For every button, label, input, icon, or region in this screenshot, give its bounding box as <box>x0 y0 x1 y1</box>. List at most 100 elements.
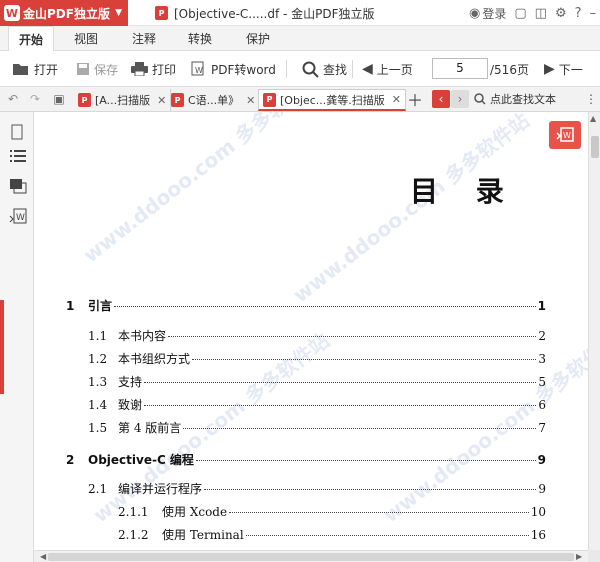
pdf-to-word-icon: W <box>556 127 574 142</box>
open-button[interactable]: 打开 <box>12 51 58 87</box>
toc-page-number: 2 <box>538 329 546 343</box>
tab-view[interactable]: 视图 <box>66 26 106 51</box>
login-button[interactable]: ◉ 登录 <box>469 5 506 22</box>
toc-page-number: 16 <box>530 528 546 542</box>
toc-entry[interactable]: 2 Objective-C 编程 9 <box>66 451 546 468</box>
document-tab-bar: ↶ ↷ ▣ P [A...扫描版 ✕ P C语...单》 ✕ P [Objec.… <box>0 87 600 112</box>
toc-entry[interactable]: 1.4 致谢 6 <box>88 396 546 413</box>
save-label: 保存 <box>94 62 119 77</box>
toc-entry[interactable]: 2.1 编译并运行程序 9 <box>88 480 546 497</box>
thumbnails-icon[interactable] <box>9 124 27 140</box>
toc-title: 第 4 版前言 <box>118 421 182 435</box>
pdf-to-word-button[interactable]: W PDF转word <box>191 51 276 87</box>
scroll-right-arrow-icon[interactable]: ▶ <box>576 552 582 561</box>
vertical-scrollbar[interactable]: ▲ <box>588 112 600 550</box>
toc-number: 1.1 <box>88 329 108 343</box>
toc-page-number: 9 <box>537 453 546 467</box>
vertical-scroll-thumb[interactable] <box>591 136 599 158</box>
toc-entry[interactable]: 1.3 支持 5 <box>88 373 546 390</box>
tab-start[interactable]: 开始 <box>8 26 54 52</box>
close-tab-icon[interactable]: ✕ <box>392 93 401 106</box>
pages-icon[interactable] <box>9 178 27 194</box>
skin-icon[interactable]: ◫ <box>535 6 547 21</box>
arrow-left-icon: ◀ <box>362 61 373 77</box>
title-bar-controls: ◉ 登录 ▢ ◫ ⚙ ? – <box>469 0 596 26</box>
find-button[interactable]: 查找 <box>302 51 347 87</box>
toc-number: 1.3 <box>88 375 108 389</box>
toc-entry[interactable]: 1.2 本书组织方式 3 <box>88 350 546 367</box>
find-text-placeholder: 点此查找文本 <box>490 93 556 106</box>
toc-page-number: 1 <box>537 299 546 313</box>
toc-page-number: 5 <box>538 375 546 389</box>
tab-protect[interactable]: 保护 <box>238 26 278 51</box>
toc-leader-dots <box>195 460 536 461</box>
find-label: 查找 <box>323 62 348 77</box>
toc-number: 2.1.1 <box>118 505 149 519</box>
toc-entry[interactable]: 1 引言 1 <box>66 297 546 314</box>
help-icon[interactable]: ? <box>575 6 582 21</box>
message-icon[interactable]: ▢ <box>514 6 526 21</box>
prev-page-button[interactable]: ◀ 上一页 <box>362 51 413 87</box>
svg-text:W: W <box>16 213 25 223</box>
sidebar-collapse-handle[interactable] <box>0 300 4 394</box>
toc-leader-dots <box>144 382 537 383</box>
window-title-text: [Objective-C.....df - 金山PDF独立版 <box>174 6 375 21</box>
printer-icon <box>131 62 148 76</box>
toc-leader-dots <box>168 336 537 337</box>
scroll-left-arrow-icon[interactable]: ◀ <box>40 552 46 561</box>
ribbon-tabs: 开始 视图 注释 转换 保护 <box>0 26 600 52</box>
tab-convert[interactable]: 转换 <box>180 26 220 51</box>
pdf-to-word-label: PDF转word <box>211 62 276 77</box>
minimize-icon[interactable]: – <box>590 6 597 21</box>
document-tab[interactable]: P [A...扫描版 ✕ <box>74 89 172 111</box>
print-label: 打印 <box>152 62 177 77</box>
toc-title: 编译并运行程序 <box>118 482 203 496</box>
window-title: P [Objective-C.....df - 金山PDF独立版 <box>155 0 375 26</box>
tab-scroll-left-icon[interactable]: ‹ <box>432 90 450 108</box>
page-number-input[interactable]: 5 <box>432 58 488 79</box>
toolbar-divider <box>352 60 353 78</box>
convert-word-icon[interactable]: W <box>9 208 27 224</box>
horizontal-scroll-thumb[interactable] <box>48 553 574 561</box>
undo-icon[interactable]: ↶ <box>4 90 22 108</box>
settings-gear-icon[interactable]: ⚙ <box>555 6 567 21</box>
user-icon: ◉ <box>468 5 481 21</box>
app-menu-button[interactable]: W 金山PDF独立版 ▼ <box>0 0 128 26</box>
close-tab-icon[interactable]: ✕ <box>157 94 166 107</box>
outline-list-icon[interactable] <box>9 148 27 164</box>
toc-entry[interactable]: 1.1 本书内容 2 <box>88 327 546 344</box>
login-label: 登录 <box>482 6 507 21</box>
scroll-up-arrow-icon[interactable]: ▲ <box>590 114 596 123</box>
pdf-file-icon: P <box>263 92 276 107</box>
toolbar-divider <box>286 60 287 78</box>
document-tab-label: [A...扫描版 <box>95 94 151 107</box>
toc-number: 2.1 <box>88 482 108 496</box>
print-button[interactable]: 打印 <box>131 51 176 87</box>
toc-entry[interactable]: 1.5 第 4 版前言 7 <box>88 419 546 436</box>
convert-word-fab[interactable]: W <box>549 121 581 149</box>
search-icon <box>302 61 319 78</box>
toc-number: 1.2 <box>88 352 108 366</box>
document-tab-active[interactable]: P [Objec...龚等.扫描版 ✕ <box>258 89 407 111</box>
redo-icon[interactable]: ↷ <box>26 90 44 108</box>
toc-entry[interactable]: 2.1.1 使用 Xcode 10 <box>118 503 546 520</box>
document-tab-label: [Objec...龚等.扫描版 <box>280 93 385 107</box>
document-tab[interactable]: P C语...单》 ✕ <box>167 89 261 111</box>
new-tab-plus-icon[interactable]: ＋ <box>406 90 424 110</box>
save-small-icon[interactable]: ▣ <box>50 90 68 108</box>
toc-entry[interactable]: 2.1.2 使用 Terminal 16 <box>118 526 546 543</box>
save-button[interactable]: 保存 <box>76 51 118 87</box>
tab-scroll-right-icon[interactable]: › <box>451 90 469 108</box>
toc-number: 1 <box>66 299 75 313</box>
horizontal-scrollbar[interactable]: ◀ ▶ <box>34 550 588 562</box>
document-tab-label: C语...单》 <box>188 94 240 107</box>
tab-annotate[interactable]: 注释 <box>124 26 164 51</box>
toc-number: 1.5 <box>88 421 108 435</box>
toc-leader-dots <box>183 428 537 429</box>
pdf-file-icon: P <box>155 6 168 20</box>
toc-number: 2.1.2 <box>118 528 149 542</box>
close-tab-icon[interactable]: ✕ <box>246 94 255 107</box>
toc-leader-dots <box>245 535 529 536</box>
toc-page-number: 9 <box>538 482 546 496</box>
more-options-icon[interactable]: ⋮ <box>582 90 600 108</box>
